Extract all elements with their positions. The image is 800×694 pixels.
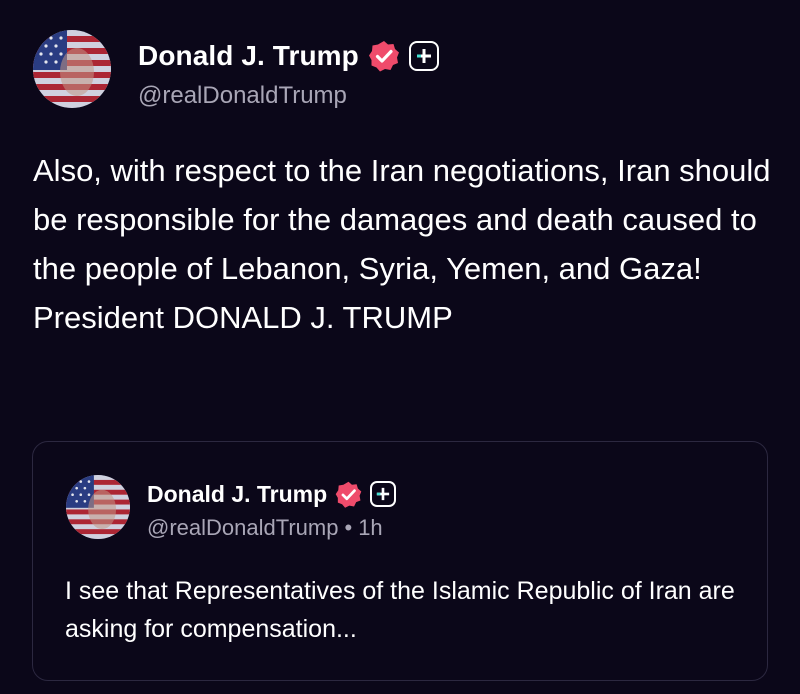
plus-badge-icon bbox=[370, 481, 397, 507]
quoted-post-card[interactable]: Donald J. Trump @realDonaldTrump • 1h I se… bbox=[32, 441, 768, 681]
avatar-flag-portrait-icon bbox=[33, 30, 111, 108]
avatar-flag-portrait-icon bbox=[66, 475, 130, 539]
author-row: Donald J. Trump bbox=[138, 36, 439, 76]
quoted-timestamp[interactable]: 1h bbox=[358, 515, 382, 540]
quoted-author-name[interactable]: Donald J. Trump bbox=[147, 481, 327, 508]
verified-badge-icon bbox=[335, 481, 362, 508]
quoted-post-text: I see that Representatives of the Islami… bbox=[65, 577, 735, 643]
quoted-avatar[interactable] bbox=[66, 475, 130, 539]
quoted-meta: @realDonaldTrump • 1h bbox=[147, 515, 383, 541]
post-card: Donald J. Trump @realDonaldTrump Also, w… bbox=[0, 0, 800, 694]
meta-separator: • bbox=[344, 515, 353, 540]
author-name[interactable]: Donald J. Trump bbox=[138, 40, 359, 72]
author-handle[interactable]: @realDonaldTrump bbox=[138, 82, 347, 110]
plus-badge-icon bbox=[408, 41, 439, 71]
quoted-author-handle[interactable]: @realDonaldTrump bbox=[147, 515, 338, 540]
quoted-author-row: Donald J. Trump bbox=[147, 478, 397, 510]
post-text: Also, with respect to the Iran negotiati… bbox=[33, 153, 771, 335]
verified-badge-icon bbox=[368, 41, 399, 72]
avatar[interactable] bbox=[33, 30, 111, 108]
